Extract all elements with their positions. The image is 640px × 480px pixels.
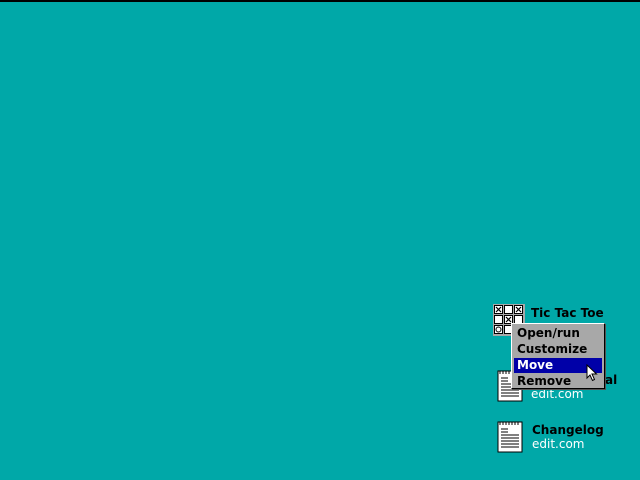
desktop-icon-changelog[interactable]: Changelog edit.com bbox=[497, 421, 607, 455]
mouse-pointer-icon bbox=[586, 364, 598, 382]
menu-item-customize[interactable]: Customize bbox=[514, 342, 602, 357]
icon-title: Tic Tac Toe bbox=[531, 306, 604, 320]
document-icon bbox=[497, 421, 523, 453]
icon-title: Changelog bbox=[532, 423, 604, 437]
icon-subtitle: edit.com bbox=[532, 437, 585, 451]
icon-title: al bbox=[605, 373, 618, 387]
icon-subtitle: edit.com bbox=[531, 387, 584, 401]
screen-top-border bbox=[0, 0, 640, 2]
menu-item-open-run[interactable]: Open/run bbox=[514, 326, 602, 341]
